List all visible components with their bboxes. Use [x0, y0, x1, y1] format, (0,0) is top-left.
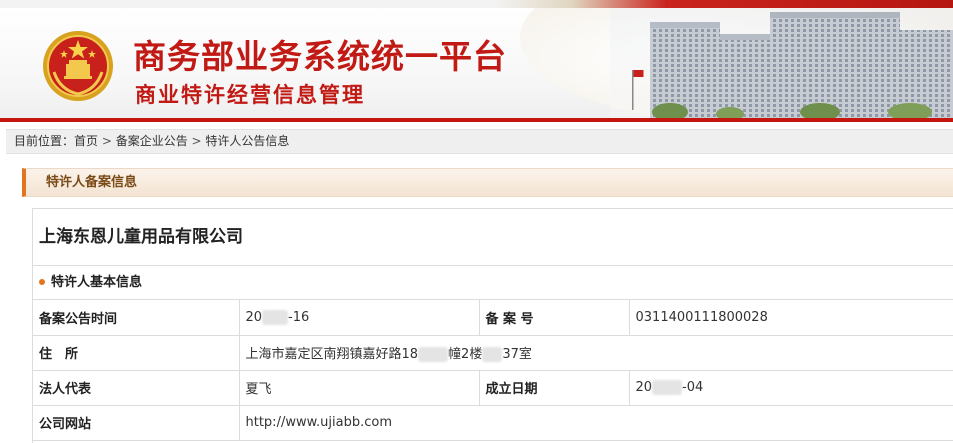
redacted-mask: [418, 347, 449, 362]
site-title: 商务部业务系统统一平台: [133, 37, 507, 76]
top-color-stripe: [0, 0, 953, 8]
breadcrumb-link-filed-notices[interactable]: 备案企业公告: [116, 134, 188, 148]
label-established-date: 成立日期: [479, 370, 630, 406]
table-row: 住 所 上海市嘉定区南翔镇嘉好路18 幢2楼 37室: [33, 335, 953, 371]
label-website: 公司网站: [33, 405, 240, 441]
table-row: 备案公告时间 20 -16 备 案 号 0311400111800028: [33, 300, 953, 336]
label-address: 住 所: [33, 335, 240, 371]
franchisor-detail-panel: 上海东恩儿童用品有限公司 特许人基本信息 备案公告时间 20 -16 备 案 号 …: [32, 208, 953, 443]
label-legal-rep: 法人代表: [33, 370, 240, 406]
header-divider: [0, 118, 953, 122]
table-row: 法人代表 夏飞 成立日期 20 -04: [33, 370, 953, 406]
basic-info-table: 备案公告时间 20 -16 备 案 号 0311400111800028 住 所 …: [33, 300, 953, 441]
national-emblem-icon: [43, 31, 113, 101]
bullet-dot-icon: [39, 278, 45, 285]
breadcrumb-link-home[interactable]: 首页: [74, 134, 98, 148]
breadcrumb-separator: >: [187, 134, 206, 148]
basic-info-title: 特许人基本信息: [51, 275, 143, 290]
redacted-mask: [652, 380, 683, 395]
table-row: 公司网站 http://www.ujiabb.com: [33, 405, 953, 441]
value-established-date: 20 -04: [629, 370, 953, 406]
redacted-mask: [482, 347, 503, 362]
redacted-mask: [262, 309, 289, 325]
breadcrumb: 目前位置：首页 > 备案企业公告 > 特许人公告信息: [6, 129, 953, 154]
value-website: http://www.ujiabb.com: [239, 405, 953, 441]
value-notice-date: 20 -16: [239, 300, 480, 336]
value-address: 上海市嘉定区南翔镇嘉好路18 幢2楼 37室: [239, 335, 953, 371]
breadcrumb-separator: >: [98, 134, 116, 148]
value-legal-rep: 夏飞: [239, 370, 480, 406]
basic-info-heading: 特许人基本信息: [33, 266, 953, 300]
government-building-image: [610, 8, 953, 120]
company-name: 上海东恩儿童用品有限公司: [33, 209, 953, 266]
section-heading: 特许人备案信息: [22, 168, 953, 197]
site-banner: 商务部业务系统统一平台 商业特许经营信息管理: [0, 8, 953, 120]
value-filing-number: 0311400111800028: [629, 300, 953, 336]
label-notice-date: 备案公告时间: [33, 300, 240, 336]
label-filing-number: 备 案 号: [479, 300, 630, 336]
breadcrumb-prefix: 目前位置：: [14, 134, 75, 148]
site-subtitle: 商业特许经营信息管理: [135, 83, 365, 107]
breadcrumb-current: 特许人公告信息: [205, 134, 290, 148]
